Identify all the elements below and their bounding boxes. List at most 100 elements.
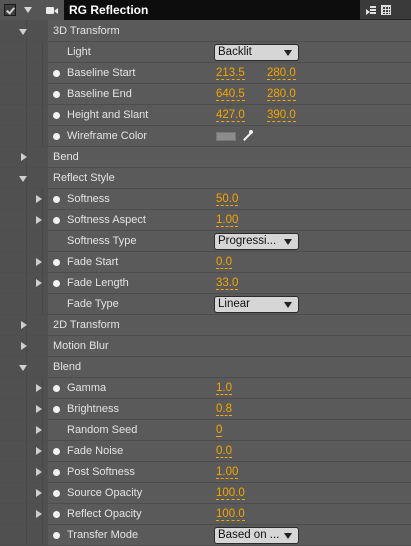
stopwatch-icon[interactable]: [53, 217, 60, 224]
group-reflect-style[interactable]: Reflect Style: [0, 168, 411, 189]
twirl-closed-icon[interactable]: [36, 426, 42, 434]
twirl-open-icon[interactable]: [19, 176, 27, 182]
gamma-value[interactable]: 1.0: [216, 382, 232, 395]
baseline-start-x[interactable]: 213.5: [216, 67, 245, 80]
stopwatch-icon[interactable]: [53, 469, 60, 476]
twirl-closed-icon[interactable]: [36, 216, 42, 224]
stopwatch-icon[interactable]: [53, 385, 60, 392]
stopwatch-icon[interactable]: [53, 112, 60, 119]
group-label: Blend: [53, 361, 82, 373]
param-gamma: Gamma 1.0: [0, 378, 411, 399]
stopwatch-icon[interactable]: [53, 280, 60, 287]
chevron-down-icon: [284, 239, 292, 245]
stopwatch-icon[interactable]: [53, 406, 60, 413]
param-label: Softness Type: [67, 235, 137, 247]
post-softness-value[interactable]: 1.00: [216, 466, 239, 479]
twirl-closed-icon[interactable]: [21, 153, 27, 161]
twirl-open-icon[interactable]: [19, 29, 27, 35]
twirl-closed-icon[interactable]: [36, 447, 42, 455]
baseline-end-x[interactable]: 640.5: [216, 88, 245, 101]
grid-icon[interactable]: [381, 5, 391, 15]
light-dropdown[interactable]: Backlit: [214, 44, 299, 61]
param-label: Reflect Opacity: [67, 508, 142, 520]
dropdown-value: Linear: [218, 298, 250, 310]
fade-start-value[interactable]: 0.0: [216, 256, 232, 269]
transfer-mode-dropdown[interactable]: Based on ...: [214, 527, 299, 544]
stopwatch-icon[interactable]: [53, 70, 60, 77]
stopwatch-icon[interactable]: [53, 511, 60, 518]
stopwatch-icon[interactable]: [53, 448, 60, 455]
height-slant-x[interactable]: 427.0: [216, 109, 245, 122]
param-label: Fade Type: [67, 298, 119, 310]
twirl-closed-icon[interactable]: [36, 468, 42, 476]
group-blend[interactable]: Blend: [0, 357, 411, 378]
color-swatch[interactable]: [216, 132, 236, 141]
effect-title-bar[interactable]: RG Reflection: [64, 0, 360, 20]
param-softness-type: Softness Type Progressi...: [0, 231, 411, 252]
group-3d-transform[interactable]: 3D Transform: [0, 21, 411, 42]
camera-icon: [46, 5, 58, 15]
group-label: 2D Transform: [53, 319, 120, 331]
param-fade-length: Fade Length 33.0: [0, 273, 411, 294]
param-label: Post Softness: [67, 466, 135, 478]
dropdown-value: Progressi...: [218, 235, 277, 247]
stopwatch-icon[interactable]: [53, 532, 60, 539]
softness-aspect-value[interactable]: 1.00: [216, 214, 239, 227]
fx-toggle-checkbox[interactable]: [4, 4, 16, 16]
header-controls: [0, 0, 64, 20]
param-post-softness: Post Softness 1.00: [0, 462, 411, 483]
reflect-opacity-value[interactable]: 100.0: [216, 508, 245, 521]
eyedropper-icon[interactable]: [242, 130, 254, 142]
stopwatch-icon[interactable]: [53, 490, 60, 497]
softness-type-dropdown[interactable]: Progressi...: [214, 233, 299, 250]
twirl-closed-icon[interactable]: [36, 405, 42, 413]
stopwatch-icon[interactable]: [53, 133, 60, 140]
param-label: Softness Aspect: [67, 214, 146, 226]
twirl-closed-icon[interactable]: [21, 342, 27, 350]
panel-menu-icon[interactable]: [366, 6, 376, 15]
dropdown-value: Based on ...: [218, 529, 280, 541]
chevron-down-icon: [284, 50, 292, 56]
baseline-start-y[interactable]: 280.0: [267, 67, 296, 80]
param-source-opacity: Source Opacity 100.0: [0, 483, 411, 504]
stopwatch-icon[interactable]: [53, 259, 60, 266]
param-softness: Softness 50.0: [0, 189, 411, 210]
group-bend[interactable]: Bend: [0, 147, 411, 168]
param-label: Light: [67, 46, 91, 58]
param-reflect-opacity: Reflect Opacity 100.0: [0, 504, 411, 525]
param-label: Baseline Start: [67, 67, 136, 79]
param-label: Fade Noise: [67, 445, 124, 457]
dropdown-value: Backlit: [218, 46, 252, 58]
param-label: Fade Start: [67, 256, 119, 268]
effect-twirl-icon[interactable]: [24, 7, 32, 13]
chevron-down-icon: [284, 302, 292, 308]
param-wireframe-color: Wireframe Color: [0, 126, 411, 147]
brightness-value[interactable]: 0.8: [216, 403, 232, 416]
twirl-closed-icon[interactable]: [36, 279, 42, 287]
param-light: Light Backlit: [0, 42, 411, 63]
param-fade-start: Fade Start 0.0: [0, 252, 411, 273]
random-seed-value[interactable]: 0: [216, 424, 223, 437]
fade-noise-value[interactable]: 0.0: [216, 445, 232, 458]
param-label: Gamma: [67, 382, 107, 394]
stopwatch-icon[interactable]: [53, 196, 60, 203]
stopwatch-icon[interactable]: [53, 91, 60, 98]
fade-type-dropdown[interactable]: Linear: [214, 296, 299, 313]
baseline-end-y[interactable]: 280.0: [267, 88, 296, 101]
param-label: Transfer Mode: [67, 529, 139, 541]
source-opacity-value[interactable]: 100.0: [216, 487, 245, 500]
height-slant-y[interactable]: 390.0: [267, 109, 296, 122]
group-2d-transform[interactable]: 2D Transform: [0, 315, 411, 336]
twirl-closed-icon[interactable]: [21, 321, 27, 329]
twirl-closed-icon[interactable]: [36, 489, 42, 497]
param-label: Brightness: [67, 403, 119, 415]
param-label: Fade Length: [67, 277, 129, 289]
twirl-open-icon[interactable]: [19, 365, 27, 371]
twirl-closed-icon[interactable]: [36, 384, 42, 392]
twirl-closed-icon[interactable]: [36, 258, 42, 266]
twirl-closed-icon[interactable]: [36, 510, 42, 518]
twirl-closed-icon[interactable]: [36, 195, 42, 203]
group-motion-blur[interactable]: Motion Blur: [0, 336, 411, 357]
softness-value[interactable]: 50.0: [216, 193, 239, 206]
fade-length-value[interactable]: 33.0: [216, 277, 239, 290]
